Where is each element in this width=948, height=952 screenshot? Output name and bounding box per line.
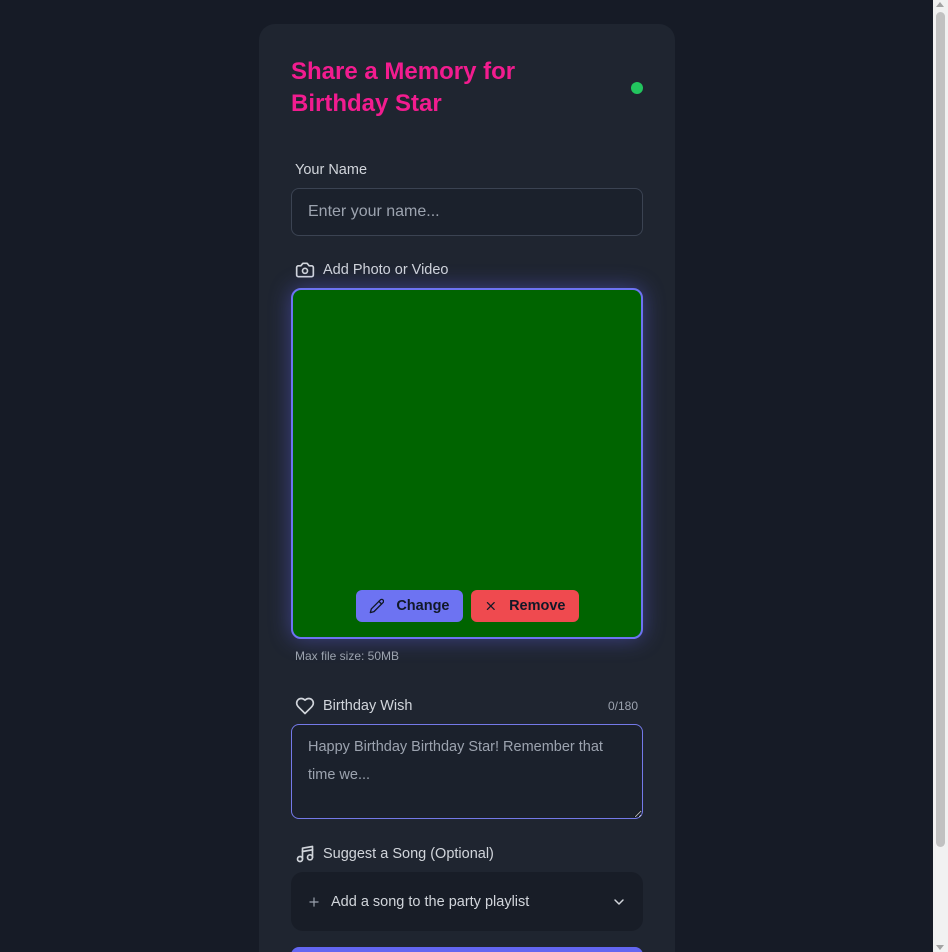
music-note-icon (296, 845, 314, 863)
song-label: Suggest a Song (Optional) (295, 844, 494, 864)
photo-label: Add Photo or Video (295, 260, 449, 280)
photo-label-text: Add Photo or Video (323, 262, 449, 278)
camera-icon (295, 262, 315, 278)
plus-icon (309, 896, 319, 907)
scrollbar-thumb[interactable] (936, 12, 945, 847)
change-media-button[interactable]: Change (355, 590, 463, 622)
page: Share a Memory for Birthday Star Your Na… (0, 0, 948, 952)
heart-icon (295, 697, 315, 715)
pencil-icon (369, 598, 384, 614)
chevron-down-icon (614, 898, 624, 905)
song-dropdown[interactable]: Add a song to the party playlist (291, 872, 643, 931)
page-title: Share a Memory for Birthday Star (291, 58, 516, 117)
memory-form-card: Share a Memory for Birthday Star Your Na… (259, 24, 675, 952)
name-input[interactable] (291, 188, 643, 236)
wish-label: Birthday Wish (295, 696, 412, 716)
remove-button-label: Remove (509, 598, 566, 614)
wish-textarea[interactable] (291, 724, 643, 819)
submit-button[interactable] (291, 947, 643, 952)
max-file-size-hint: Max file size: 50MB (295, 649, 400, 663)
song-dropdown-label: Add a song to the party playlist (331, 893, 530, 910)
wish-label-text: Birthday Wish (323, 698, 413, 714)
song-label-text: Suggest a Song (Optional) (323, 846, 494, 862)
wish-char-counter: 0/180 (607, 699, 638, 713)
name-label: Your Name (295, 162, 368, 178)
scroll-up-arrow-icon[interactable] (936, 2, 944, 7)
scrollbar[interactable] (933, 0, 948, 952)
change-button-label: Change (396, 598, 450, 614)
remove-media-button[interactable]: Remove (470, 590, 579, 622)
media-preview[interactable]: Change Remove (291, 288, 643, 639)
scroll-down-arrow-icon[interactable] (936, 945, 944, 950)
status-indicator (631, 82, 643, 94)
media-actions: Change Remove (293, 590, 641, 622)
x-icon (486, 601, 495, 611)
